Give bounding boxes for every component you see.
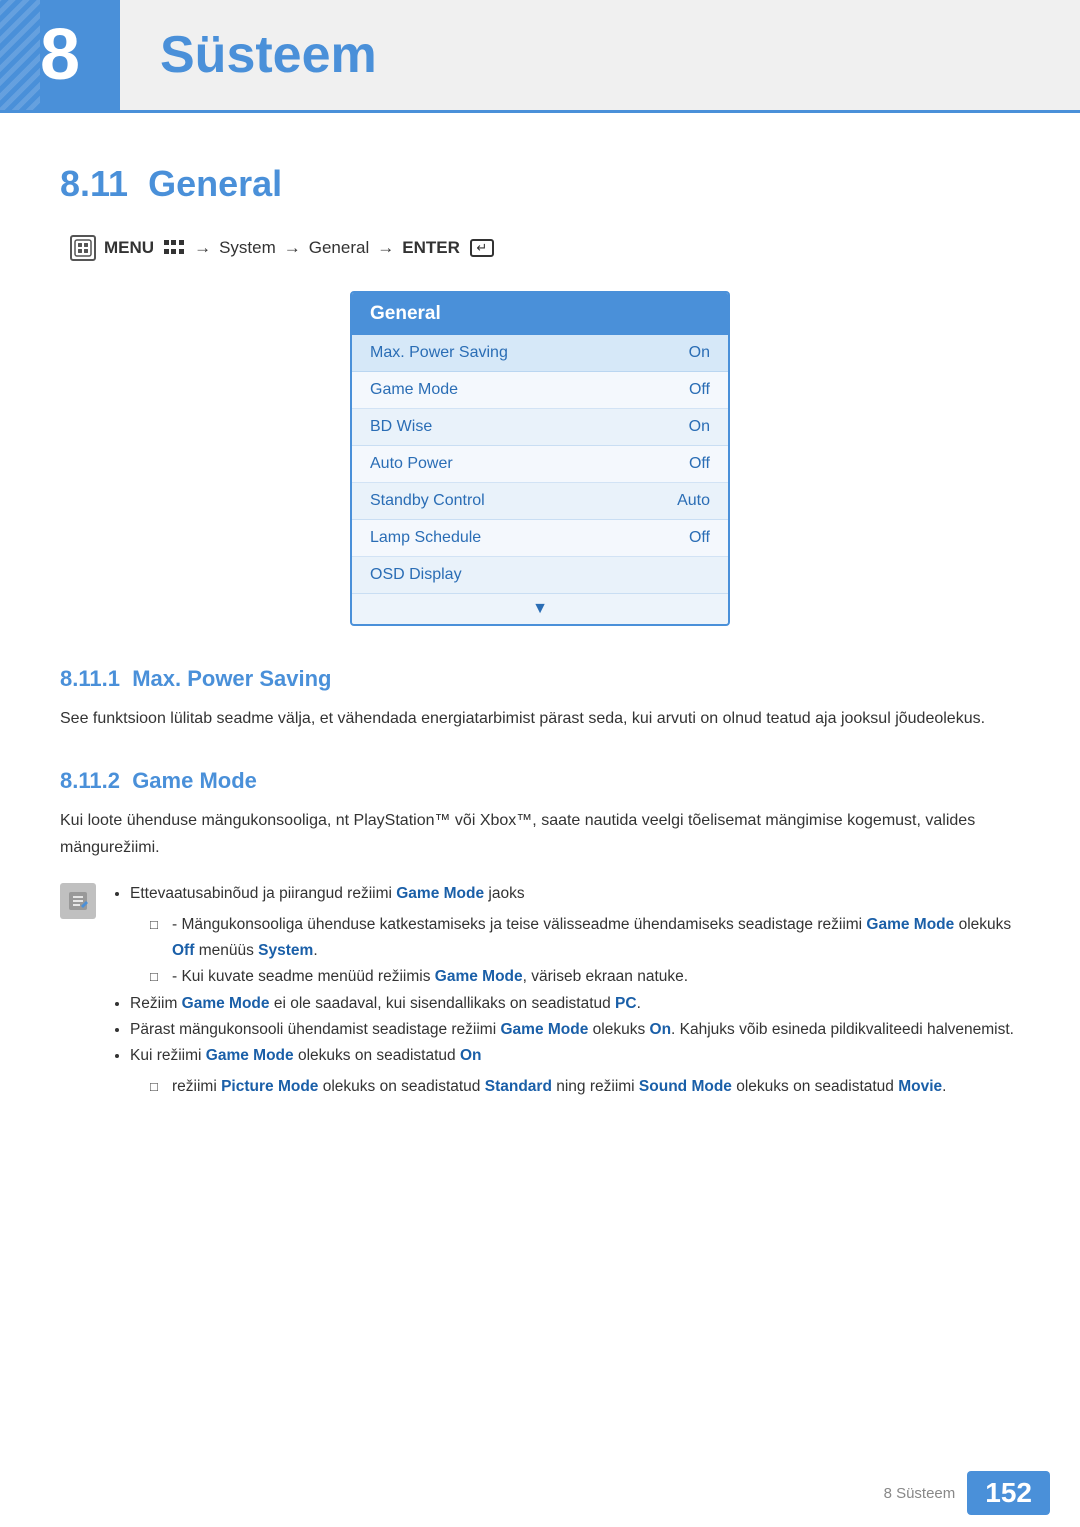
- note-bullet-2: Režiim Game Mode ei ole saadaval, kui si…: [130, 991, 1020, 1017]
- menu-item-standby-control[interactable]: Standby Control Auto: [352, 483, 728, 520]
- page-footer: 8 Süsteem 152: [0, 1459, 1080, 1527]
- arrow3: →: [377, 238, 394, 258]
- subsection-heading-1: 8.11.1 Max. Power Saving: [60, 666, 1020, 692]
- menu-panel-footer: ▼: [352, 594, 728, 624]
- subsection-2-body: Kui loote ühenduse mängukonsooliga, nt P…: [60, 808, 1020, 861]
- menu-item-osd-display[interactable]: OSD Display: [352, 557, 728, 594]
- menu-icon: [70, 235, 96, 261]
- menu-item-auto-power[interactable]: Auto Power Off: [352, 446, 728, 483]
- menu-item-lamp-schedule[interactable]: Lamp Schedule Off: [352, 520, 728, 557]
- item-label-auto-power: Auto Power: [370, 455, 453, 473]
- item-value-max-power: On: [689, 344, 710, 362]
- enter-icon: ↵: [470, 239, 494, 257]
- menu-path: MENU → System → General → ENTER ↵: [60, 235, 1020, 261]
- note-icon: [60, 883, 96, 919]
- footer-label: 8 Süsteem: [884, 1485, 956, 1502]
- notes-block: Ettevaatusabinõud ja piirangud režiimi G…: [60, 881, 1020, 1100]
- note-bullet-1: Ettevaatusabinõud ja piirangud režiimi G…: [130, 881, 1020, 990]
- menu-item-bd-wise[interactable]: BD Wise On: [352, 409, 728, 446]
- enter-label: ENTER: [402, 238, 460, 258]
- item-label-lamp-schedule: Lamp Schedule: [370, 529, 481, 547]
- menu-panel-header: General: [352, 293, 728, 335]
- notes-content: Ettevaatusabinõud ja piirangud režiimi G…: [110, 881, 1020, 1100]
- menu-item-max-power-saving[interactable]: Max. Power Saving On: [352, 335, 728, 372]
- item-label-standby-control: Standby Control: [370, 492, 485, 510]
- chapter-number: 8: [40, 14, 80, 96]
- note-bullet-3: Pärast mängukonsooli ühendamist seadista…: [130, 1017, 1020, 1043]
- menu-label: MENU: [104, 238, 154, 258]
- page-content: 8.11 General MENU → System → General → E: [0, 113, 1080, 1190]
- menu-item-game-mode[interactable]: Game Mode Off: [352, 372, 728, 409]
- page-header: 8 Süsteem: [0, 0, 1080, 113]
- header-content: Süsteem: [140, 0, 1080, 110]
- item-value-bd-wise: On: [689, 418, 710, 436]
- subsection-1-body: See funktsioon lülitab seadme välja, et …: [60, 706, 1020, 732]
- note-sub-bullet-3: režiimi Picture Mode olekuks on seadista…: [150, 1074, 1020, 1100]
- note-bullet-4: Kui režiimi Game Mode olekuks on seadist…: [130, 1043, 1020, 1100]
- chapter-title: Süsteem: [160, 25, 377, 85]
- item-value-game-mode: Off: [689, 381, 710, 399]
- system-label: System: [219, 238, 276, 258]
- page-number: 152: [967, 1471, 1050, 1515]
- section-heading: 8.11 General: [60, 163, 1020, 205]
- item-value-lamp-schedule: Off: [689, 529, 710, 547]
- item-label-game-mode: Game Mode: [370, 381, 458, 399]
- general-label: General: [309, 238, 369, 258]
- note-sub-bullet-1: - Mängukonsooliga ühenduse katkestamisek…: [150, 912, 1020, 965]
- item-label-osd-display: OSD Display: [370, 566, 462, 584]
- item-label-bd-wise: BD Wise: [370, 418, 432, 436]
- subsection-heading-2: 8.11.2 Game Mode: [60, 768, 1020, 794]
- arrow2: →: [284, 238, 301, 258]
- arrow1: →: [194, 238, 211, 258]
- item-label-max-power: Max. Power Saving: [370, 344, 508, 362]
- menu-grid-icon: [164, 240, 184, 256]
- item-value-standby-control: Auto: [677, 492, 710, 510]
- chapter-number-block: 8: [0, 0, 120, 110]
- general-menu-panel: General Max. Power Saving On Game Mode O…: [350, 291, 730, 626]
- note-sub-bullet-2: - Kui kuvate seadme menüüd režiimis Game…: [150, 964, 1020, 990]
- item-value-auto-power: Off: [689, 455, 710, 473]
